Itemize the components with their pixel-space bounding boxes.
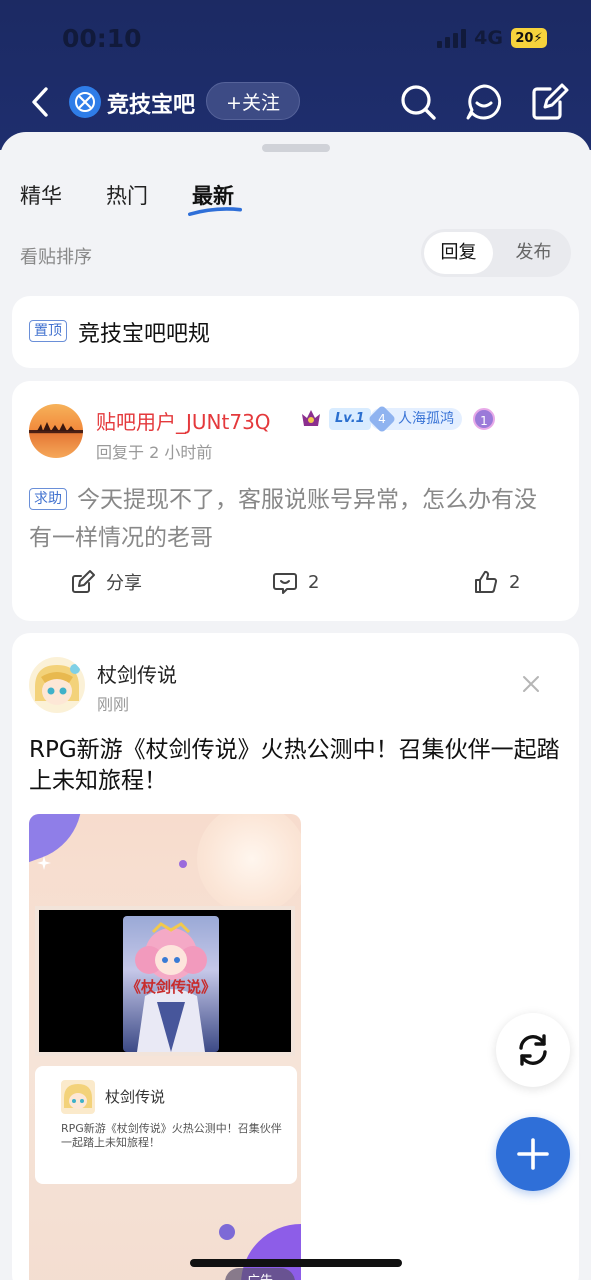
level-badge: Lv.1 — [329, 408, 371, 430]
thumbs-up-icon — [475, 570, 498, 593]
ad-inner-desc: RPG新游《杖剑传说》火热公测中！召集伙伴一起踏上未知旅程！ — [61, 1122, 282, 1149]
sort-by-publish[interactable]: 发布 — [499, 232, 568, 274]
ad-poster-title: 《杖剑传说》 — [125, 978, 216, 996]
forum-logo — [69, 86, 101, 118]
signal-icon — [437, 28, 467, 48]
status-time: 00:10 — [62, 24, 142, 53]
ad-text: RPG新游《杖剑传说》火热公测中！召集伙伴一起踏上未知旅程！ — [29, 737, 560, 794]
ad-inner-name: 杖剑传说 — [105, 1088, 166, 1106]
refresh-icon — [519, 1034, 547, 1066]
ad-card[interactable]: 杖剑传说 刚刚 RPG新游《杖剑传说》火热公测中！召集伙伴一起踏上未知旅程！ 《… — [12, 633, 579, 1280]
follow-label: +关注 — [226, 91, 280, 114]
create-post-button[interactable] — [496, 1117, 570, 1191]
medal-icon: 1 — [473, 408, 495, 430]
member-tag: 4 人海孤鸿 — [367, 404, 462, 434]
pinned-title: 竞技宝吧吧规 — [78, 322, 211, 347]
comment-button[interactable]: 2 — [272, 569, 319, 595]
search-icon[interactable] — [398, 82, 438, 122]
back-icon[interactable] — [26, 86, 56, 118]
crown-icon — [302, 410, 320, 426]
tab-hot-label: 热门 — [106, 184, 148, 208]
tab-bar: 精华 热门 最新 — [20, 180, 242, 216]
member-tag-level: 4 — [367, 404, 397, 434]
ad-poster: 《杖剑传说》 — [123, 916, 219, 1052]
plus-icon — [517, 1138, 549, 1170]
battery-level: 20 — [515, 30, 534, 46]
tab-featured[interactable]: 精华 — [20, 180, 62, 210]
ad-decoration — [219, 1224, 235, 1240]
tab-featured-label: 精华 — [20, 184, 62, 208]
member-tag-label: 人海孤鸿 — [398, 411, 454, 427]
ad-inner-card[interactable]: 杖剑传说 RPG新游《杖剑传说》火热公测中！召集伙伴一起踏上未知旅程！ — [35, 1066, 297, 1184]
pinned-post[interactable]: 置顶 竞技宝吧吧规 — [12, 296, 579, 368]
comment-count: 2 — [308, 571, 320, 593]
forum-logo-icon — [75, 92, 95, 112]
avatar-image — [29, 422, 83, 433]
active-tab-underline — [188, 207, 242, 216]
ad-label: 广告 — [225, 1268, 295, 1280]
ad-image[interactable]: 《杖剑传说》 杖剑传说 RPG新游《杖剑传说》火热公测中！召集伙伴一起踏上未知旅… — [29, 814, 301, 1280]
reply-time: 回复于 2 小时前 — [96, 443, 213, 462]
nav-row: 竞技宝吧 +关注 — [0, 80, 591, 124]
sort-label: 看贴排序 — [20, 247, 92, 268]
share-button[interactable]: 分享 — [70, 569, 142, 595]
network-type: 4G — [474, 27, 503, 49]
tab-hot[interactable]: 热门 — [106, 180, 148, 210]
post-actions: 分享 2 2 — [12, 569, 579, 599]
comment-icon — [273, 573, 297, 594]
share-label: 分享 — [106, 573, 142, 594]
sparkle-icon — [37, 856, 51, 870]
ad-avatar[interactable] — [29, 657, 85, 713]
home-indicator[interactable] — [190, 1259, 402, 1267]
forum-name: 竞技宝吧 — [107, 93, 196, 118]
ad-video[interactable]: 《杖剑传说》 — [35, 906, 295, 1056]
like-count: 2 — [509, 571, 521, 593]
username[interactable]: 贴吧用户_JUNt73Q — [96, 406, 271, 435]
message-icon[interactable] — [464, 82, 504, 122]
pinned-badge: 置顶 — [29, 320, 67, 342]
content-sheet: 精华 热门 最新 看贴排序 回复 发布 置顶 竞技宝吧吧规 贴吧用户_JUNt7… — [0, 132, 591, 1280]
follow-button[interactable]: +关注 — [206, 82, 300, 120]
top-bar: 00:10 4G 20 ⚡ 竞技宝吧 +关注 — [0, 0, 591, 150]
ad-inner-avatar — [61, 1080, 95, 1114]
sort-by-reply[interactable]: 回复 — [424, 232, 493, 274]
compose-icon[interactable] — [530, 82, 570, 122]
sort-toggle[interactable]: 回复 发布 — [421, 229, 571, 277]
share-icon — [72, 570, 95, 593]
ad-inner-avatar-image — [64, 1084, 92, 1109]
ad-time: 刚刚 — [97, 695, 130, 714]
refresh-button[interactable] — [496, 1013, 570, 1087]
post-card[interactable]: 贴吧用户_JUNt73Q Lv.1 4 人海孤鸿 1 回复于 2 小时前 求助 … — [12, 381, 579, 621]
status-icons: 4G 20 ⚡ — [437, 27, 547, 49]
ad-account-name[interactable]: 杖剑传说 — [97, 659, 177, 688]
ad-decoration — [197, 814, 301, 914]
tab-latest-label: 最新 — [192, 184, 234, 208]
avatar[interactable] — [29, 404, 83, 458]
ad-avatar-image — [35, 664, 80, 705]
sheet-handle[interactable] — [262, 144, 330, 152]
ad-decoration — [179, 860, 187, 868]
post-body: 今天提现不了，客服说账号异常，怎么办有没有一样情况的老哥 — [29, 487, 537, 551]
close-icon[interactable] — [521, 674, 541, 694]
tab-latest[interactable]: 最新 — [188, 180, 242, 216]
like-button[interactable]: 2 — [473, 569, 520, 595]
battery-icon: 20 ⚡ — [511, 28, 547, 48]
